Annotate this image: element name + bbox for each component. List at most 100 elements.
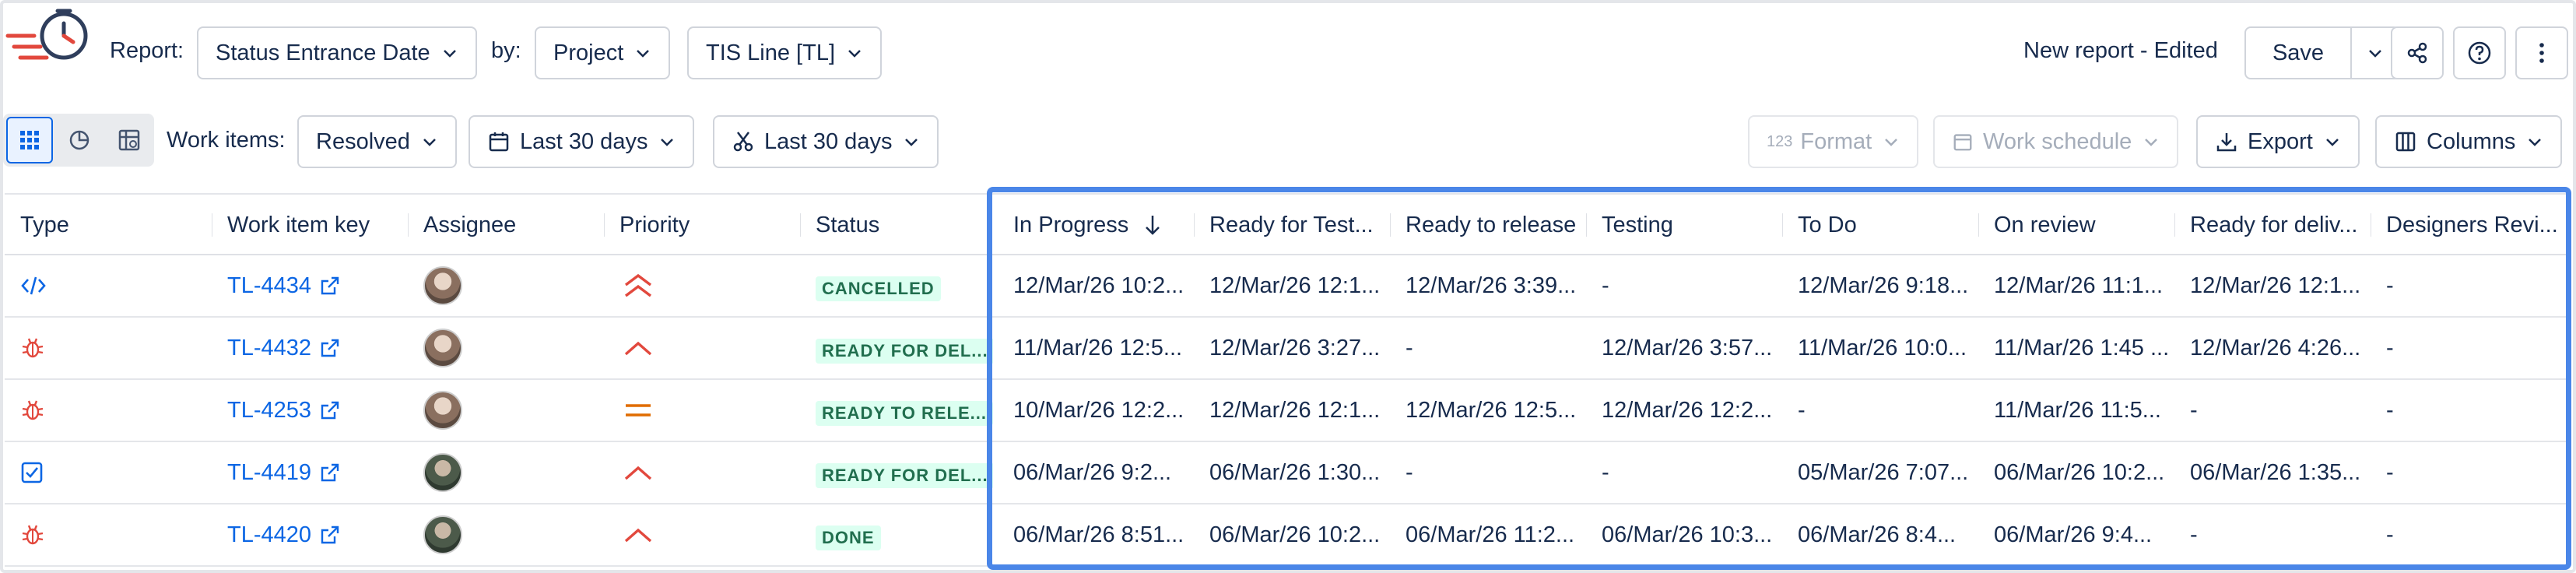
- column-header-in-progress[interactable]: In Progress: [998, 195, 1191, 255]
- report-type-select[interactable]: Status Entrance Date: [197, 26, 477, 79]
- resolved-date-filter[interactable]: Last 30 days: [713, 115, 939, 168]
- table-row[interactable]: TL-4253 READY TO RELE... 10/Mar/26 12:2...…: [5, 380, 2568, 442]
- date-cell-ready-for-test: 06/Mar/26 10:2...: [1209, 504, 1393, 565]
- resolved-date-value: Last 30 days: [764, 128, 893, 154]
- column-header-designers-review[interactable]: Designers Revi...: [2371, 195, 2565, 255]
- group-by-value: Project: [553, 40, 624, 65]
- column-header-ready-to-release[interactable]: Ready to release: [1390, 195, 1583, 255]
- more-options-button[interactable]: [2515, 26, 2568, 79]
- work-item-key-link[interactable]: TL-4419: [227, 460, 311, 486]
- table-row[interactable]: TL-4434 CANCELLED 12/Mar/26 10:2... 12/Mar/…: [5, 255, 2568, 318]
- date-cell-testing: 12/Mar/26 12:2...: [1602, 380, 1785, 441]
- column-header-type[interactable]: Type: [20, 195, 207, 255]
- format-button[interactable]: 123 Format: [1748, 115, 1919, 168]
- date-cell-ready-for-delivery: 12/Mar/26 4:26...: [2190, 318, 2374, 378]
- created-date-filter[interactable]: Last 30 days: [469, 115, 695, 168]
- export-button[interactable]: Export: [2196, 115, 2360, 168]
- project-select[interactable]: TIS Line [TL]: [687, 26, 883, 79]
- external-link-icon[interactable]: [319, 524, 341, 546]
- help-button[interactable]: [2453, 26, 2506, 79]
- avatar[interactable]: [423, 515, 462, 554]
- status-entrance-date: -: [2386, 335, 2394, 360]
- save-button[interactable]: Save: [2244, 26, 2352, 79]
- column-header-priority[interactable]: Priority: [604, 195, 797, 255]
- external-link-icon[interactable]: [319, 275, 341, 297]
- work-schedule-label: Work schedule: [1983, 128, 2132, 154]
- column-header-on-review[interactable]: On review: [1978, 195, 2171, 255]
- date-cell-designers-review: -: [2386, 442, 2570, 503]
- priority-cell: [623, 255, 778, 316]
- pivot-view-button[interactable]: [106, 117, 153, 163]
- external-link-icon[interactable]: [319, 462, 341, 483]
- date-cell-ready-to-release: 12/Mar/26 12:5...: [1406, 380, 1589, 441]
- app-logo-icon: [5, 9, 88, 60]
- date-cell-ready-to-release: 12/Mar/26 3:39...: [1406, 255, 1589, 316]
- avatar[interactable]: [423, 266, 462, 305]
- priority-cell: [623, 318, 778, 378]
- priority-medium-icon: [623, 400, 654, 420]
- priority-highest-icon: [623, 272, 654, 299]
- type-cell: [20, 255, 98, 316]
- avatar[interactable]: [423, 329, 462, 367]
- avatar[interactable]: [423, 453, 462, 492]
- priority-high-icon: [623, 526, 654, 544]
- assignee-cell: [423, 255, 601, 316]
- avatar[interactable]: [423, 391, 462, 430]
- date-cell-in-progress: 06/Mar/26 9:2...: [1013, 442, 1197, 503]
- report-type-value: Status Entrance Date: [216, 40, 430, 65]
- work-item-key-link[interactable]: TL-4432: [227, 336, 311, 361]
- date-cell-testing: 06/Mar/26 10:3...: [1602, 504, 1785, 565]
- date-cell-ready-for-delivery: -: [2190, 504, 2374, 565]
- export-label: Export: [2248, 128, 2313, 154]
- sort-descending-icon: [1146, 216, 1160, 235]
- work-item-key-link[interactable]: TL-4420: [227, 522, 311, 548]
- type-cell: [20, 318, 98, 378]
- status-entrance-date: 11/Mar/26 11:5...: [1994, 397, 2161, 423]
- column-header-to-do[interactable]: To Do: [1782, 195, 1975, 255]
- date-cell-in-progress: 12/Mar/26 10:2...: [1013, 255, 1197, 316]
- column-header-ready-for-test[interactable]: Ready for Test...: [1194, 195, 1387, 255]
- column-header-status[interactable]: Status: [800, 195, 995, 255]
- date-cell-on-review: 06/Mar/26 10:2...: [1994, 442, 2178, 503]
- assignee-cell: [423, 442, 601, 503]
- table-row[interactable]: TL-4420 DONE 06/Mar/26 8:51... 06/Mar/26 10…: [5, 504, 2568, 567]
- column-header-ready-for-delivery[interactable]: Ready for deliv...: [2174, 195, 2367, 255]
- date-cell-ready-for-test: 12/Mar/26 12:1...: [1209, 380, 1393, 441]
- date-cell-ready-for-delivery: 06/Mar/26 1:35...: [2190, 442, 2374, 503]
- status-badge: READY TO RELE...: [816, 401, 993, 426]
- date-cell-in-progress: 10/Mar/26 12:2...: [1013, 380, 1197, 441]
- grid-view-button[interactable]: [6, 117, 53, 163]
- status-entrance-date: -: [1602, 459, 1609, 485]
- external-link-icon[interactable]: [319, 399, 341, 421]
- status-entrance-date: 12/Mar/26 12:1...: [1209, 272, 1381, 298]
- share-button[interactable]: [2391, 26, 2444, 79]
- type-cell: [20, 442, 98, 503]
- work-schedule-button[interactable]: Work schedule: [1933, 115, 2179, 168]
- report-name: New report - Edited: [2023, 38, 2218, 63]
- save-button-label: Save: [2272, 40, 2325, 65]
- number-format-icon: 123: [1767, 132, 1793, 150]
- column-header-assignee[interactable]: Assignee: [408, 195, 601, 255]
- date-cell-on-review: 11/Mar/26 11:5...: [1994, 380, 2178, 441]
- status-entrance-date: -: [2190, 397, 2198, 423]
- date-cell-to-do: 05/Mar/26 7:07...: [1798, 442, 1981, 503]
- columns-icon: [2395, 132, 2416, 152]
- assignee-cell: [423, 380, 601, 441]
- work-item-key-cell: TL-4419: [227, 442, 405, 503]
- work-item-key-link[interactable]: TL-4253: [227, 398, 311, 424]
- work-item-key-link[interactable]: TL-4434: [227, 273, 311, 299]
- table-row[interactable]: TL-4432 READY FOR DEL... 11/Mar/26 12:5...…: [5, 318, 2568, 380]
- external-link-icon[interactable]: [319, 337, 341, 359]
- status-entrance-date: 10/Mar/26 12:2...: [1013, 397, 1184, 423]
- date-cell-designers-review: -: [2386, 380, 2570, 441]
- status-entrance-date: -: [2386, 397, 2394, 423]
- chart-view-button[interactable]: [56, 117, 103, 163]
- group-by-select[interactable]: Project: [535, 26, 671, 79]
- column-header-key[interactable]: Work item key: [212, 195, 405, 255]
- column-header-testing[interactable]: Testing: [1586, 195, 1779, 255]
- priority-cell: [623, 380, 778, 441]
- columns-button[interactable]: Columns: [2375, 115, 2563, 168]
- status-entrance-date: 12/Mar/26 9:18...: [1798, 272, 1969, 298]
- work-items-select[interactable]: Resolved: [297, 115, 457, 168]
- table-row[interactable]: TL-4419 READY FOR DEL... 06/Mar/26 9:2... 0…: [5, 442, 2568, 504]
